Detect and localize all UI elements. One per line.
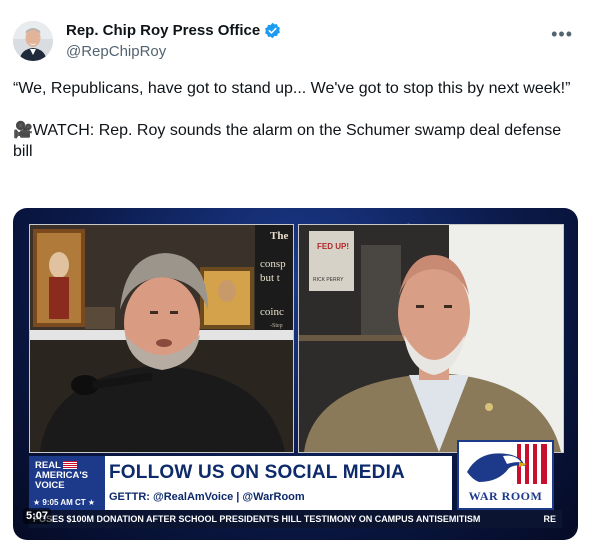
book-title: FED UP! — [317, 242, 349, 251]
book-author: RICK PERRY — [313, 277, 344, 283]
backdrop-text-2: consp — [260, 258, 286, 270]
tweet-paragraph-watch: 🎥WATCH: Rep. Roy sounds the alarm on the… — [13, 122, 562, 160]
show-logo-text: WAR ROOM — [468, 489, 543, 503]
author-handle[interactable]: @RepChipRoy — [66, 43, 166, 60]
flag-icon — [62, 461, 77, 470]
video-right-panel: FED UP! RICK PERRY — [298, 224, 564, 453]
news-ticker-tail: RE — [543, 514, 556, 524]
network-logo: REAL AMERICA'S VOICE — [29, 456, 105, 496]
lower-third-headline: FOLLOW US ON SOCIAL MEDIA — [109, 462, 405, 483]
news-ticker-text: POSES $100M DONATION AFTER SCHOOL PRESID… — [33, 514, 481, 524]
backdrop-text-3: but t — [260, 272, 280, 284]
tweet-text: “We, Republicans, have got to stand up..… — [13, 78, 573, 162]
backdrop-text-4: coinc — [260, 306, 284, 318]
lower-third-social-handles: GETTR: @RealAmVoice | @WarRoom — [109, 491, 305, 503]
tweet-paragraph-quote: “We, Republicans, have got to stand up..… — [13, 80, 571, 97]
avatar[interactable] — [13, 21, 53, 61]
show-logo: WAR ROOM — [457, 440, 554, 510]
avatar-image — [13, 21, 53, 61]
lower-third-banner: REAL AMERICA'S VOICE ★ 9:05 AM CT ★ FOLL… — [29, 456, 452, 510]
eagle-flag-icon — [459, 442, 552, 492]
author-display-name[interactable]: Rep. Chip Roy Press Office — [66, 22, 260, 39]
backdrop-text-5: -Step — [270, 323, 283, 329]
video-duration: 5:07 — [23, 508, 52, 524]
video-player[interactable]: The consp but t coinc -Step FED UP! RICK… — [13, 208, 578, 540]
guest-scene: FED UP! RICK PERRY — [299, 225, 563, 452]
verified-badge-icon — [265, 22, 281, 39]
author-name-row: Rep. Chip Roy Press Office — [66, 22, 281, 39]
host-scene: The consp but t coinc -Step — [30, 225, 293, 452]
news-ticker: POSES $100M DONATION AFTER SCHOOL PRESID… — [29, 510, 562, 528]
network-name-line3: VOICE — [35, 480, 65, 491]
video-left-panel: The consp but t coinc -Step — [29, 224, 294, 453]
more-options-icon[interactable]: ••• — [551, 24, 573, 45]
backdrop-text-1: The — [270, 230, 288, 242]
